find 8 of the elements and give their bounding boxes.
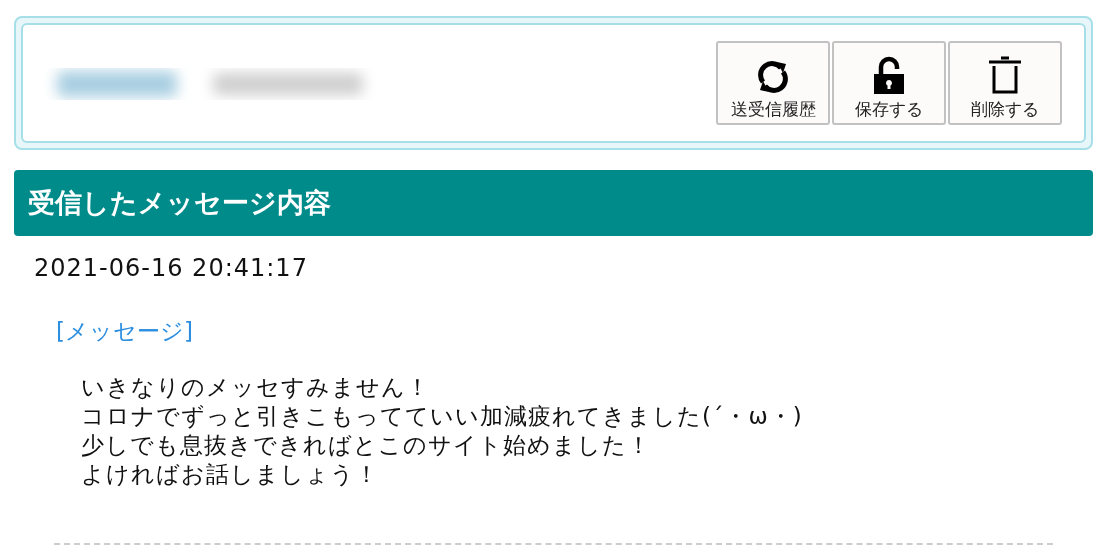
trash-icon bbox=[986, 54, 1024, 96]
section-title: 受信したメッセージ内容 bbox=[28, 186, 331, 220]
history-button[interactable]: 送受信履歴 bbox=[716, 41, 830, 125]
received-datetime: 2021-06-16 20:41:17 bbox=[34, 254, 309, 282]
message-label: [メッセージ] bbox=[56, 317, 194, 346]
message-body: いきなりのメッセすみません！ コロナでずっと引きこもってていい加減疲れてきました(´・ω・) 少しでも息抜きできればとこのサイト始めました！ よければお話しましょう！ bbox=[81, 373, 804, 489]
save-button[interactable]: 保存する bbox=[832, 41, 946, 125]
delete-button[interactable]: 削除する bbox=[948, 41, 1062, 125]
